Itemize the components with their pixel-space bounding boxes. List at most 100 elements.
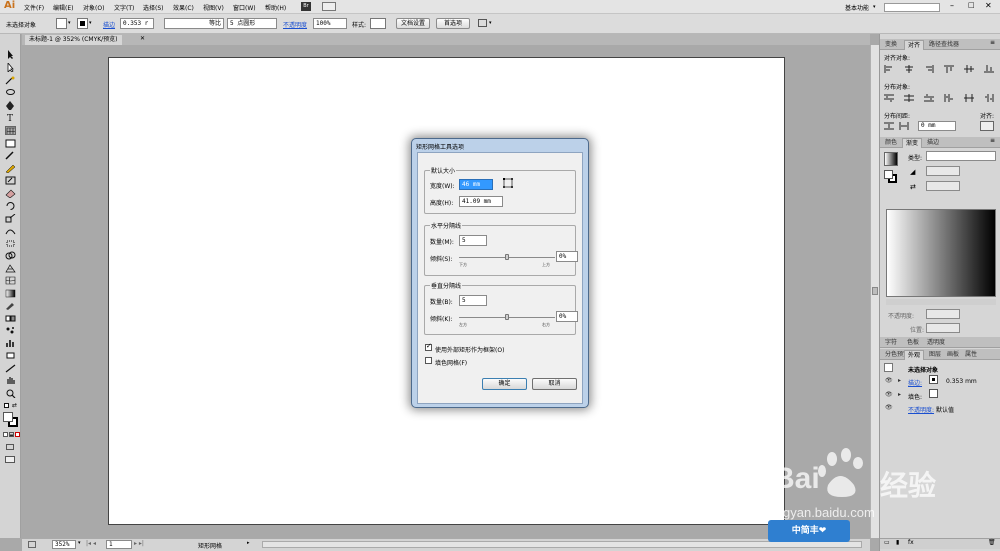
tab-gradient[interactable]: 渐变 xyxy=(902,138,923,148)
symbol-sprayer-tool-icon[interactable] xyxy=(5,326,16,335)
menu-select[interactable]: 选择(S) xyxy=(143,3,164,12)
scale-tool-icon[interactable] xyxy=(5,214,16,223)
distribute-right-icon[interactable] xyxy=(984,94,994,102)
aspect-ratio-field[interactable] xyxy=(926,181,960,191)
fill-dropdown-icon[interactable]: ▾ xyxy=(68,20,71,26)
tab-transform[interactable]: 变换 xyxy=(882,40,900,50)
paintbrush-tool-icon[interactable] xyxy=(5,151,16,160)
drawing-mode-icon[interactable] xyxy=(6,444,14,450)
tab-character[interactable]: 字符 xyxy=(882,338,900,348)
reverse-gradient-icon[interactable]: ⇄ xyxy=(910,183,916,191)
cancel-button[interactable]: 取消 xyxy=(532,378,577,390)
menu-window[interactable]: 窗口(W) xyxy=(233,3,256,12)
menu-edit[interactable]: 编辑(E) xyxy=(53,3,73,12)
rectangle-tool-icon[interactable] xyxy=(5,139,16,148)
rotate-tool-icon[interactable] xyxy=(5,201,16,210)
pencil-tool-icon[interactable] xyxy=(5,164,16,173)
document-setup-button[interactable]: 文档设置 xyxy=(396,18,430,29)
fill-color-box[interactable] xyxy=(3,412,13,422)
artboard-tool-icon[interactable] xyxy=(5,351,16,360)
align-to-selector-icon[interactable] xyxy=(980,121,994,131)
use-outer-rect-label[interactable]: 使用外部矩形作为框架(O) xyxy=(435,345,504,354)
pen-tool-icon[interactable] xyxy=(5,101,16,110)
vdiv-count-field[interactable]: 5 xyxy=(459,295,487,306)
opacity-label[interactable]: 不透明度 xyxy=(283,20,307,29)
stroke-label[interactable]: 描边 xyxy=(103,20,115,29)
hand-tool-icon[interactable] xyxy=(5,376,16,385)
gradient-panel-menu-icon[interactable]: ≡ xyxy=(990,137,995,144)
new-fill-icon[interactable]: ▮ xyxy=(896,539,899,546)
blob-brush-icon[interactable] xyxy=(5,176,16,185)
width-field[interactable]: 46 mm xyxy=(459,179,493,190)
lasso-tool-icon[interactable] xyxy=(5,88,16,97)
spacing-field[interactable]: 0 mm xyxy=(918,121,956,131)
bridge-button[interactable]: Br xyxy=(301,2,311,11)
stroke-dropdown-icon[interactable]: ▾ xyxy=(89,20,92,26)
direct-selection-tool-icon[interactable] xyxy=(5,63,16,72)
swap-fill-stroke-icon[interactable]: ⇄ xyxy=(12,402,17,409)
free-transform-tool-icon[interactable] xyxy=(5,239,16,248)
status-menu-icon[interactable]: ▸ xyxy=(247,540,250,546)
align-hcenter-icon[interactable] xyxy=(904,65,914,73)
opacity-field[interactable]: 100% xyxy=(313,18,347,29)
align-top-icon[interactable] xyxy=(944,65,954,73)
gradient-position-field[interactable] xyxy=(926,323,960,333)
hdiv-skew-thumb[interactable] xyxy=(505,254,509,260)
ok-button[interactable]: 确定 xyxy=(482,378,527,390)
horizontal-scrollbar[interactable] xyxy=(262,541,862,548)
vdiv-skew-field[interactable]: 0% xyxy=(556,311,578,322)
document-tab[interactable]: 未标题-1 @ 352% (CMYK/预览) xyxy=(25,35,122,45)
stroke-swatch[interactable] xyxy=(77,18,88,29)
hdiv-skew-field[interactable]: 0% xyxy=(556,251,578,262)
vdiv-skew-thumb[interactable] xyxy=(505,314,509,320)
align-bottom-icon[interactable] xyxy=(984,65,994,73)
preferences-button[interactable]: 首选项 xyxy=(436,18,470,29)
gradient-type-select[interactable] xyxy=(926,151,996,161)
document-tab-close-icon[interactable]: ✕ xyxy=(140,35,145,42)
fill-swatch[interactable] xyxy=(56,18,67,29)
first-artboard-icon[interactable]: |◂ ◂ xyxy=(86,540,96,547)
graphic-style-swatch[interactable] xyxy=(370,18,386,29)
scroll-thumb[interactable] xyxy=(872,287,878,295)
shape-builder-tool-icon[interactable] xyxy=(5,251,16,260)
color-mode-icon[interactable] xyxy=(3,432,8,437)
tab-color[interactable]: 颜色 xyxy=(882,138,900,148)
fill-grid-label[interactable]: 填色网格(F) xyxy=(435,358,467,367)
menu-type[interactable]: 文字(T) xyxy=(114,3,134,12)
column-graph-tool-icon[interactable] xyxy=(5,339,16,348)
arrange-documents-icon[interactable] xyxy=(322,2,336,11)
search-input[interactable] xyxy=(884,3,940,12)
tab-swatches[interactable]: 色板 xyxy=(904,338,922,348)
gradient-mode-icon[interactable] xyxy=(9,432,14,437)
maximize-icon[interactable]: □ xyxy=(968,1,975,9)
next-artboard-icon[interactable]: ▸ ▸| xyxy=(134,540,144,547)
gradient-slider-preview[interactable] xyxy=(886,209,996,297)
eyedropper-tool-icon[interactable] xyxy=(5,301,16,310)
tab-stroke[interactable]: 描边 xyxy=(924,138,942,148)
default-fill-stroke-icon[interactable] xyxy=(4,403,9,408)
delete-item-icon[interactable]: 🗑 xyxy=(988,539,996,546)
stroke-weight-field[interactable]: 0.353 r xyxy=(120,18,154,29)
mesh-tool-icon[interactable] xyxy=(5,276,16,285)
new-stroke-icon[interactable]: ▭ xyxy=(884,539,890,546)
tab-transparency[interactable]: 透明度 xyxy=(924,338,948,348)
menu-help[interactable]: 帮助(H) xyxy=(265,3,286,12)
use-outer-rect-checkbox[interactable]: ✓ xyxy=(425,342,432,351)
align-vcenter-icon[interactable] xyxy=(964,65,974,73)
stroke-expand-icon[interactable]: ▸ xyxy=(898,377,901,384)
brush-definition[interactable]: 5 点圆形 xyxy=(227,18,277,29)
slice-tool-icon[interactable] xyxy=(5,364,16,373)
selection-tool-icon[interactable] xyxy=(5,50,16,59)
arrange-dropdown-icon[interactable]: ▾ xyxy=(489,20,492,26)
tab-attributes[interactable]: 属性 xyxy=(962,350,980,360)
appearance-opacity-label[interactable]: 不透明度: xyxy=(908,405,934,414)
tab-appearance[interactable]: 外观 xyxy=(904,350,925,360)
zoom-tool-icon[interactable] xyxy=(5,389,16,398)
menu-effect[interactable]: 效果(C) xyxy=(173,3,194,12)
height-field[interactable]: 41.09 mm xyxy=(459,196,503,207)
magic-wand-icon[interactable] xyxy=(5,76,16,85)
tab-align[interactable]: 对齐 xyxy=(904,40,925,50)
rectangular-grid-tool-icon[interactable] xyxy=(5,126,16,135)
gradient-scroll-strip[interactable] xyxy=(886,299,996,305)
add-effect-icon[interactable]: fx xyxy=(908,539,914,546)
